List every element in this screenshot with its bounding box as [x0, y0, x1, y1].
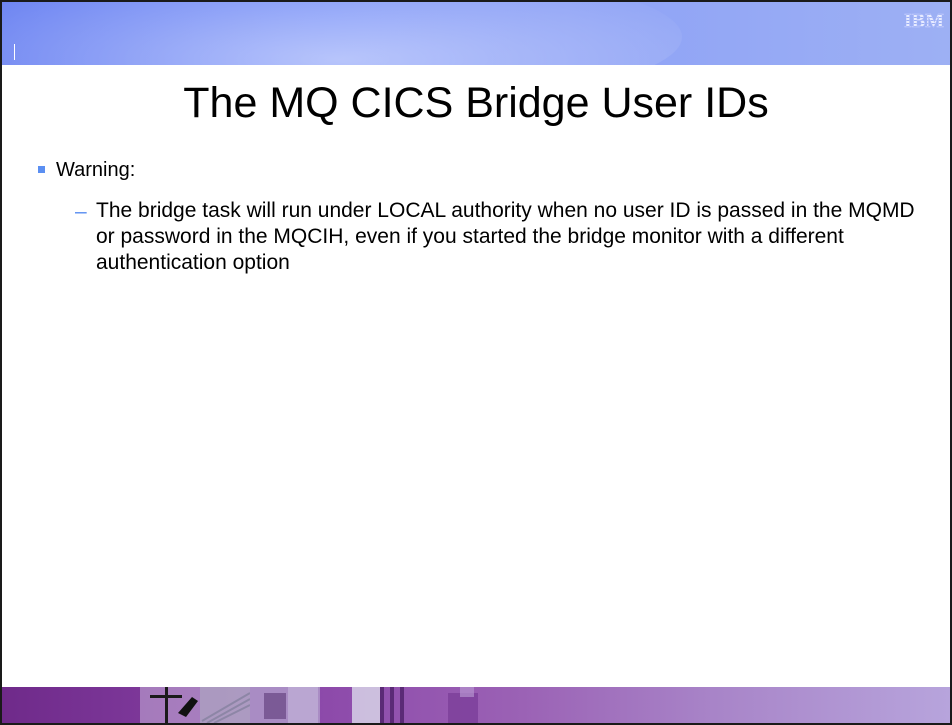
square-bullet-icon	[38, 166, 45, 173]
bullet-item-level-2: – The bridge task will run under LOCAL a…	[75, 198, 935, 276]
top-banner: IBM	[2, 2, 950, 65]
bullet-text: The bridge task will run under LOCAL aut…	[96, 199, 915, 274]
bullet-text: Warning:	[56, 159, 136, 181]
ibm-logo: IBM	[904, 8, 944, 32]
dash-bullet-icon: –	[75, 200, 87, 223]
bottom-banner	[2, 687, 950, 723]
decorative-image-strip	[140, 687, 478, 723]
banner-swoosh	[2, 2, 682, 65]
slide: IBM The MQ CICS Bridge User IDs Warning:…	[0, 0, 952, 725]
svg-text:IBM: IBM	[904, 10, 944, 31]
banner-tick-mark	[14, 44, 15, 60]
bullet-item-level-1: Warning:	[38, 157, 135, 183]
slide-title: The MQ CICS Bridge User IDs	[183, 79, 769, 127]
ibm-logo-icon: IBM	[904, 10, 944, 31]
